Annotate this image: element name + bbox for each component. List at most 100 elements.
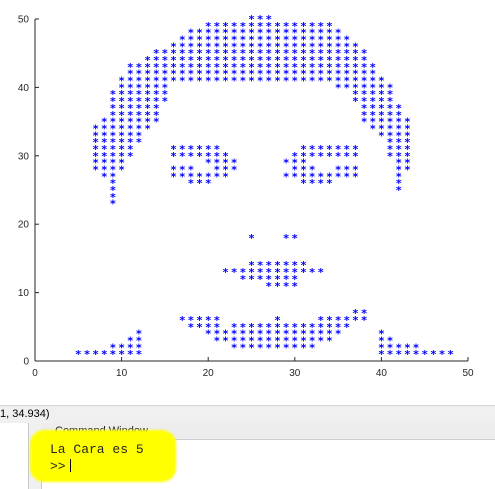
command-prompt-line[interactable]: >>	[50, 458, 144, 475]
data-point-marker: *	[214, 334, 220, 347]
data-point-marker: *	[240, 75, 246, 88]
data-point-marker: *	[353, 314, 359, 327]
data-point-marker: *	[379, 348, 385, 361]
data-point-marker: *	[283, 75, 289, 88]
data-point-marker: *	[292, 232, 298, 245]
data-point-marker: *	[370, 122, 376, 135]
data-point-marker: *	[292, 280, 298, 293]
data-point-marker: *	[249, 273, 255, 286]
data-point-marker: *	[327, 150, 333, 163]
data-point-marker: *	[110, 348, 116, 361]
data-point-marker: *	[214, 75, 220, 88]
data-point-marker: *	[257, 75, 263, 88]
data-point-marker: *	[309, 177, 315, 190]
data-point-marker: *	[327, 334, 333, 347]
data-point-marker: *	[153, 116, 159, 129]
figure-plot-area[interactable]: 0 10 20 30 40 50 0 10 20 30 40 50 * * * * * * * * * * * * * * * * *…	[0, 0, 495, 405]
data-point-marker: *	[205, 157, 211, 170]
data-point-marker: *	[283, 280, 289, 293]
data-point-marker: *	[353, 150, 359, 163]
data-point-marker: *	[231, 341, 237, 354]
data-point-marker: *	[422, 348, 428, 361]
data-point-marker: *	[231, 163, 237, 176]
data-point-marker: *	[188, 150, 194, 163]
data-point-marker: *	[223, 334, 229, 347]
data-point-marker: *	[309, 266, 315, 279]
status-bar: 1, 34.934)	[0, 405, 495, 424]
data-point-marker: *	[301, 266, 307, 279]
data-point-marker: *	[75, 348, 81, 361]
command-output-line: La Cara es 5	[50, 442, 144, 457]
data-point-marker: *	[188, 321, 194, 334]
data-point-marker: *	[101, 170, 107, 183]
data-point-marker: *	[162, 95, 168, 108]
data-point-marker: *	[404, 163, 410, 176]
data-point-marker: *	[430, 348, 436, 361]
data-point-marker: *	[171, 150, 177, 163]
data-point-marker: *	[335, 150, 341, 163]
data-point-marker: *	[318, 334, 324, 347]
data-point-marker: *	[84, 348, 90, 361]
data-point-marker: *	[275, 75, 281, 88]
data-point-marker: *	[309, 150, 315, 163]
data-point-marker: *	[266, 341, 272, 354]
data-point-marker: *	[223, 75, 229, 88]
data-point-marker: *	[223, 170, 229, 183]
data-point-marker: *	[93, 348, 99, 361]
data-point-marker: *	[93, 163, 99, 176]
data-point-marker: *	[301, 341, 307, 354]
data-point-marker: *	[188, 177, 194, 190]
x-tick-label: 10	[116, 368, 128, 379]
text-cursor	[69, 459, 71, 472]
data-point-marker: *	[318, 266, 324, 279]
data-point-marker: *	[361, 314, 367, 327]
y-tick-label: 50	[18, 15, 30, 26]
data-point-marker: *	[413, 348, 419, 361]
data-point-marker: *	[361, 116, 367, 129]
data-point-marker: *	[335, 170, 341, 183]
data-point-marker: *	[197, 321, 203, 334]
command-prompt: >>	[50, 459, 66, 474]
data-point-marker: *	[404, 348, 410, 361]
data-point-marker: *	[249, 232, 255, 245]
data-point-marker: *	[292, 341, 298, 354]
y-tick-label: 0	[23, 357, 29, 368]
data-point-marker: *	[197, 150, 203, 163]
data-point-marker: *	[266, 75, 272, 88]
x-tick-label: 0	[32, 368, 38, 379]
data-point-marker: *	[179, 150, 185, 163]
data-point-marker: *	[318, 177, 324, 190]
data-point-marker: *	[327, 75, 333, 88]
data-point-marker: *	[292, 170, 298, 183]
data-point-marker: *	[309, 75, 315, 88]
data-point-marker: *	[387, 150, 393, 163]
data-point-marker: *	[101, 348, 107, 361]
data-point-marker: *	[396, 184, 402, 197]
x-tick-label: 30	[289, 368, 301, 379]
data-point-marker: *	[119, 348, 125, 361]
data-point-marker: *	[353, 170, 359, 183]
data-point-marker: *	[257, 341, 263, 354]
data-point-marker: *	[179, 170, 185, 183]
data-point-marker: *	[223, 266, 229, 279]
command-window-body[interactable]: La Cara es 5 >>	[50, 441, 144, 475]
data-point-marker: *	[127, 150, 133, 163]
data-point-marker: *	[179, 314, 185, 327]
y-tick-label: 20	[18, 220, 30, 231]
data-point-marker: *	[240, 341, 246, 354]
data-point-marker: *	[119, 163, 125, 176]
y-tick-label: 40	[18, 83, 30, 94]
data-point-marker: *	[275, 341, 281, 354]
data-point-marker: *	[257, 273, 263, 286]
y-tick-label: 30	[18, 151, 30, 162]
data-point-marker: *	[145, 122, 151, 135]
data-point-marker: *	[214, 170, 220, 183]
data-point-marker: *	[231, 75, 237, 88]
data-point-marker: *	[179, 75, 185, 88]
data-point-marker: *	[448, 348, 454, 361]
data-point-marker: *	[344, 81, 350, 94]
data-point-marker: *	[110, 198, 116, 211]
data-point-marker: *	[344, 150, 350, 163]
data-point-marker: *	[344, 321, 350, 334]
data-point-marker: *	[309, 341, 315, 354]
